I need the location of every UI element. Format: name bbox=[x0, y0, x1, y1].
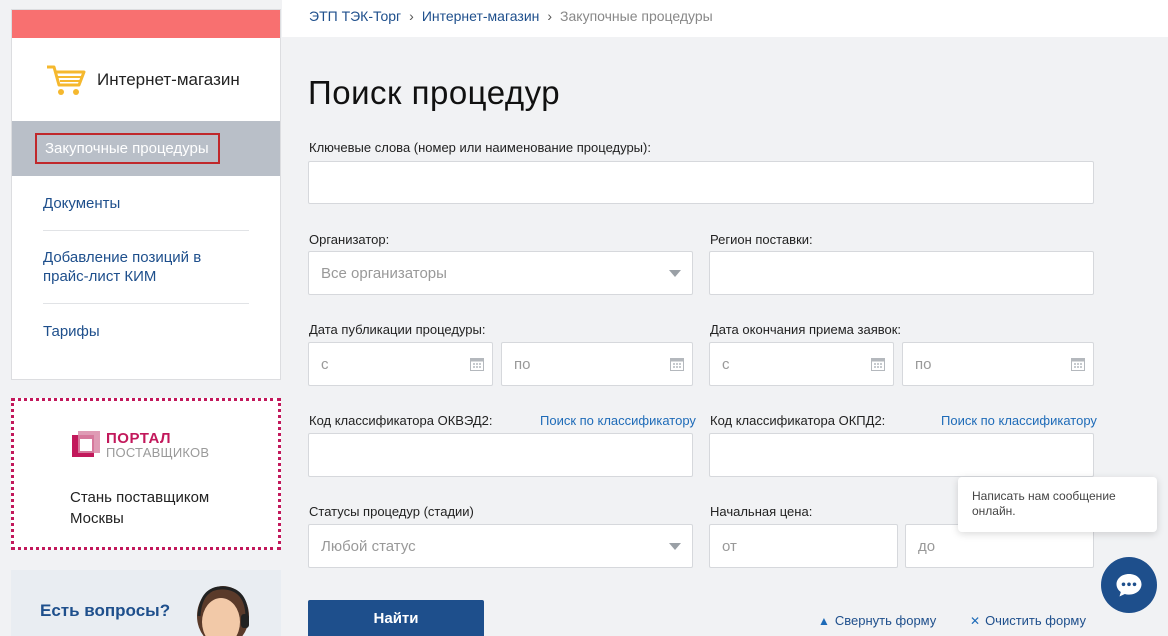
sidebar-item-tariffs[interactable]: Тарифы bbox=[43, 304, 249, 359]
questions-title: Есть вопросы? bbox=[40, 601, 171, 620]
clear-form-label: Очистить форму bbox=[985, 613, 1087, 628]
sidebar-item-label: Добавление позиций в прайс-лист КИМ bbox=[43, 249, 202, 285]
okpd-label: Код классификатора ОКПД2: bbox=[710, 413, 886, 428]
sidebar-item-label: Закупочные процедуры bbox=[35, 133, 220, 164]
sidebar: Интернет-магазин Закупочные процедуры До… bbox=[11, 9, 281, 380]
collapse-form-button[interactable]: ▲ Свернуть форму bbox=[818, 613, 936, 628]
calendar-icon[interactable] bbox=[470, 357, 484, 371]
chat-bubble-icon bbox=[1116, 574, 1142, 597]
breadcrumb-separator: › bbox=[409, 8, 414, 24]
date-from-placeholder: с bbox=[722, 355, 730, 373]
sidebar-brand-title: Интернет-магазин bbox=[97, 69, 240, 89]
organizer-select[interactable]: Все организаторы bbox=[308, 251, 693, 295]
collapse-form-label: Свернуть форму bbox=[834, 613, 937, 628]
portal-logo-line2: ПОСТАВЩИКОВ bbox=[106, 445, 210, 460]
end-date-label: Дата окончания приема заявок: bbox=[710, 322, 902, 337]
okved-input[interactable] bbox=[308, 433, 693, 477]
sidebar-item-documents[interactable]: Документы bbox=[43, 176, 249, 231]
breadcrumb-link-shop[interactable]: Интернет-магазин bbox=[422, 8, 540, 24]
sidebar-topbar bbox=[12, 10, 280, 38]
date-to-placeholder: по bbox=[514, 355, 531, 373]
okpd-input[interactable] bbox=[709, 433, 1094, 477]
close-icon: ✕ bbox=[970, 613, 981, 628]
region-label: Регион поставки: bbox=[710, 232, 813, 247]
sidebar-brand[interactable]: Интернет-магазин bbox=[12, 38, 280, 121]
calendar-icon[interactable] bbox=[871, 357, 885, 371]
keywords-label: Ключевые слова (номер или наименование п… bbox=[309, 140, 651, 155]
breadcrumb-link-etp[interactable]: ЭТП ТЭК-Торг bbox=[309, 8, 401, 24]
status-label: Статусы процедур (стадии) bbox=[309, 504, 474, 519]
chevron-down-icon bbox=[669, 270, 681, 277]
promo-text: Стань поставщиком Москвы bbox=[70, 489, 210, 527]
end-date-from-input[interactable]: с bbox=[709, 342, 894, 386]
price-to-placeholder: до bbox=[918, 537, 936, 555]
clear-form-button[interactable]: ✕ Очистить форму bbox=[970, 613, 1086, 628]
supplier-portal-logo: ПОРТАЛ ПОСТАВЩИКОВ bbox=[72, 431, 209, 461]
questions-banner[interactable]: Есть вопросы? bbox=[11, 570, 281, 636]
triangle-up-icon: ▲ bbox=[818, 613, 830, 628]
breadcrumb-separator: › bbox=[547, 8, 553, 24]
organizer-label: Организатор: bbox=[309, 232, 390, 247]
okved-classifier-link[interactable]: Поиск по классификатору bbox=[540, 413, 696, 428]
chat-popup-text: Написать нам сообщение онлайн. bbox=[972, 489, 1116, 518]
supplier-portal-promo[interactable]: ПОРТАЛ ПОСТАВЩИКОВ Стань поставщиком Мос… bbox=[11, 398, 281, 550]
publication-date-to-input[interactable]: по bbox=[501, 342, 693, 386]
page-title: Поиск процедур bbox=[308, 74, 561, 111]
publication-date-from-input[interactable]: с bbox=[308, 342, 493, 386]
portal-logo-line1: ПОРТАЛ bbox=[106, 430, 172, 447]
portal-logo-icon bbox=[72, 431, 100, 457]
chat-open-button[interactable] bbox=[1101, 557, 1157, 613]
organizer-select-value: Все организаторы bbox=[321, 264, 447, 282]
support-operator-image bbox=[197, 586, 249, 636]
keywords-input[interactable] bbox=[308, 161, 1094, 204]
sidebar-item-label: Тарифы bbox=[43, 323, 100, 340]
chevron-down-icon bbox=[669, 543, 681, 550]
date-from-placeholder: с bbox=[321, 355, 329, 373]
date-to-placeholder: по bbox=[915, 355, 932, 373]
status-select-value: Любой статус bbox=[321, 537, 416, 555]
price-from-placeholder: от bbox=[722, 537, 737, 555]
price-label: Начальная цена: bbox=[710, 504, 813, 519]
calendar-icon[interactable] bbox=[670, 357, 684, 371]
breadcrumb-current: Закупочные процедуры bbox=[560, 8, 713, 24]
sidebar-item-add-positions[interactable]: Добавление позиций в прайс-лист КИМ bbox=[43, 231, 249, 304]
okved-label: Код классификатора ОКВЭД2: bbox=[309, 413, 493, 428]
okpd-classifier-link[interactable]: Поиск по классификатору bbox=[941, 413, 1097, 428]
chat-popup[interactable]: Написать нам сообщение онлайн. bbox=[958, 477, 1157, 532]
price-from-input[interactable]: от bbox=[709, 524, 898, 568]
sidebar-item-procurement[interactable]: Закупочные процедуры bbox=[12, 121, 280, 176]
breadcrumb: ЭТП ТЭК-Торг › Интернет-магазин › Закупочные… bbox=[309, 8, 713, 24]
shopping-cart-icon bbox=[47, 65, 86, 95]
sidebar-item-label: Документы bbox=[43, 194, 121, 212]
end-date-to-input[interactable]: по bbox=[902, 342, 1094, 386]
search-submit-button[interactable]: Найти bbox=[308, 600, 484, 636]
publication-date-label: Дата публикации процедуры: bbox=[309, 322, 486, 337]
calendar-icon[interactable] bbox=[1071, 357, 1085, 371]
region-input[interactable] bbox=[709, 251, 1094, 295]
status-select[interactable]: Любой статус bbox=[308, 524, 693, 568]
